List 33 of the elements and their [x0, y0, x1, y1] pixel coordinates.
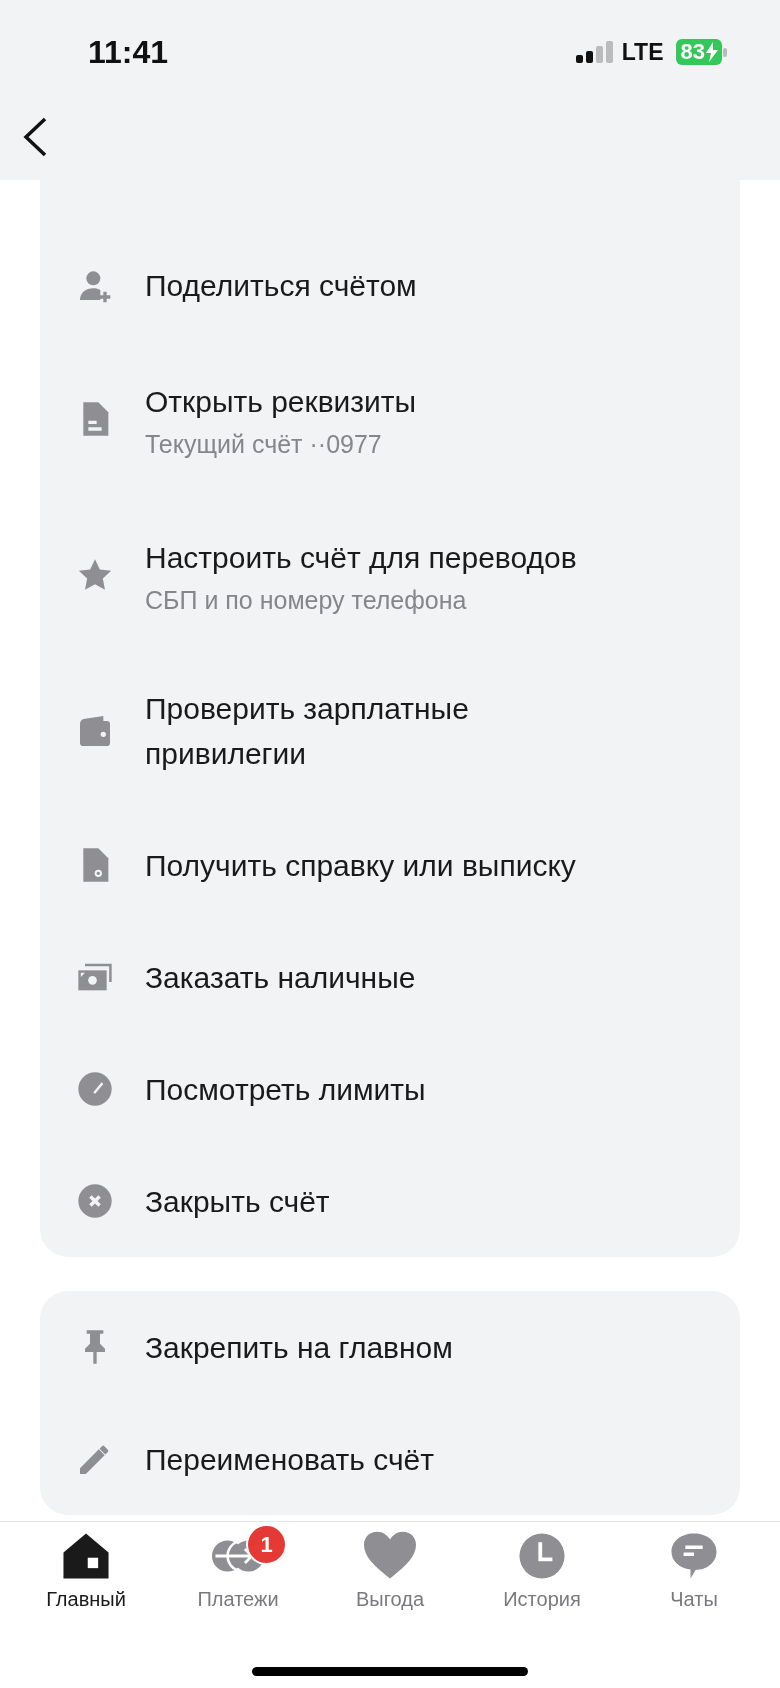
- menu-item-title: Настроить счёт для переводов: [145, 540, 577, 576]
- menu-item[interactable]: Настроить счёт для переводов СБП и по номеру телефона: [40, 497, 740, 653]
- signal-icon: [575, 41, 614, 63]
- notification-badge: 1: [246, 1524, 287, 1565]
- gauge-icon: [75, 1069, 115, 1109]
- menu-item-title: Посмотреть лимиты: [145, 1071, 426, 1108]
- menu-item[interactable]: Закрепить на главном: [40, 1291, 740, 1403]
- back-button[interactable]: [22, 116, 48, 158]
- menu-item-title: Поделиться счётом: [145, 267, 417, 304]
- menu-item-title: Заказать наличные: [145, 959, 416, 996]
- tab[interactable]: Чаты: [624, 1530, 764, 1611]
- menu-item-title: Открыть реквизиты: [145, 384, 417, 420]
- menu-item[interactable]: Посмотреть лимиты: [40, 1033, 740, 1145]
- menu-item[interactable]: Открыть реквизиты Текущий счёт ··0977: [40, 341, 740, 497]
- menu-item-title: Получить справку или выписку: [145, 847, 576, 884]
- menu-item[interactable]: Получить справку или выписку: [40, 809, 740, 921]
- network-label: LTE: [621, 38, 664, 66]
- menu-item-title: Проверить зарплатные привилегии: [145, 691, 470, 772]
- status-time: 11:41: [88, 33, 170, 71]
- menu-item[interactable]: Проверить зарплатные привилегии: [40, 653, 740, 809]
- menu-item[interactable]: Закрыть счёт: [40, 1145, 740, 1257]
- menu-item[interactable]: Переименовать счёт: [40, 1403, 740, 1515]
- tab[interactable]: Главный: [16, 1530, 156, 1611]
- tab[interactable]: История: [472, 1530, 612, 1611]
- tab[interactable]: Выгода: [320, 1530, 460, 1611]
- menu-item-title: Закрепить на главном: [145, 1329, 453, 1366]
- close-icon: [75, 1181, 115, 1221]
- menu-item-subtitle: Текущий счёт ··0977: [145, 430, 383, 459]
- menu-item-title: Закрыть счёт: [145, 1183, 330, 1220]
- menu-item[interactable]: Поделиться счётом: [40, 229, 740, 341]
- menu-item[interactable]: Заказать наличные: [40, 921, 740, 1033]
- menu-item-title: Переименовать счёт: [145, 1441, 434, 1478]
- menu-item-subtitle: СБП и по номеру телефона: [145, 586, 468, 615]
